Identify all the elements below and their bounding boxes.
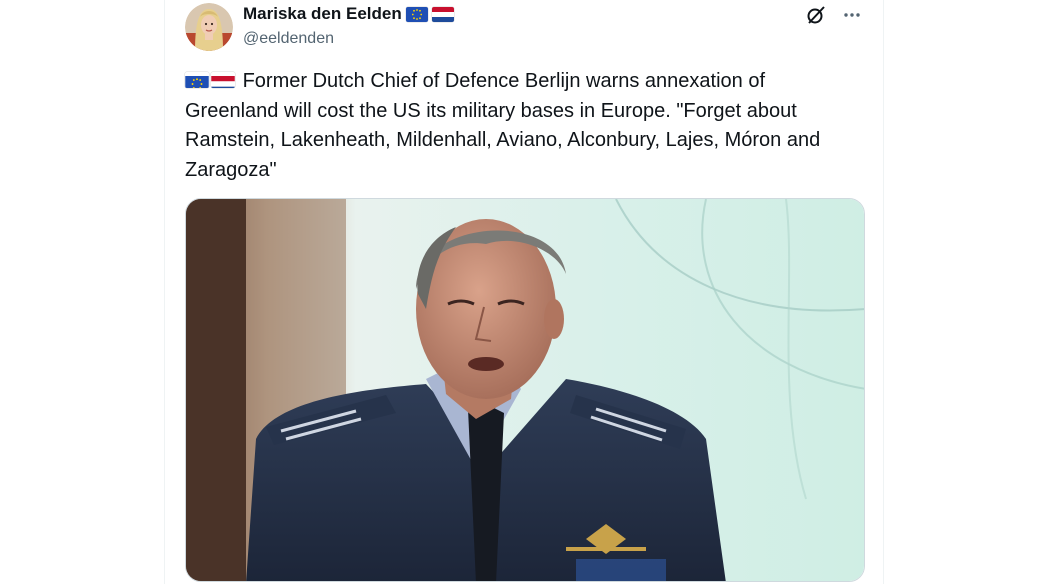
right-gutter [884, 0, 1050, 584]
tweet-line-3: Ramstein, Lakenheath, Mildenhall, Aviano… [185, 129, 821, 151]
tweet-text: Former Dutch Chief of Defence Berlijn wa… [185, 67, 865, 185]
more-icon[interactable] [841, 4, 863, 26]
tweet-media-image[interactable] [185, 198, 865, 582]
tweet-card[interactable]: Mariska den Eelden @eeldenden Former Dut… [164, 0, 884, 584]
page: Mariska den Eelden @eeldenden Former Dut… [0, 0, 1050, 584]
tweet-actions [805, 4, 863, 26]
left-gutter [0, 0, 164, 584]
netherlands-flag-icon [431, 6, 454, 22]
tweet-line-4: Zaragoza" [185, 158, 277, 181]
tweet-line-1: Former Dutch Chief of Defence Berlijn wa… [242, 70, 766, 92]
avatar-image [185, 3, 233, 51]
tweet-line-2: Greenland will cost the US its military … [185, 99, 797, 122]
netherlands-flag-icon [211, 72, 235, 88]
author-row: Mariska den Eelden [243, 4, 454, 24]
avatar[interactable] [185, 3, 233, 51]
author-name[interactable]: Mariska den Eelden [243, 4, 402, 24]
eu-flag-icon [405, 6, 428, 22]
author-handle[interactable]: @eeldenden [243, 30, 334, 48]
grok-icon[interactable] [805, 4, 827, 26]
eu-flag-icon [185, 72, 209, 88]
officer-photo [186, 199, 864, 581]
